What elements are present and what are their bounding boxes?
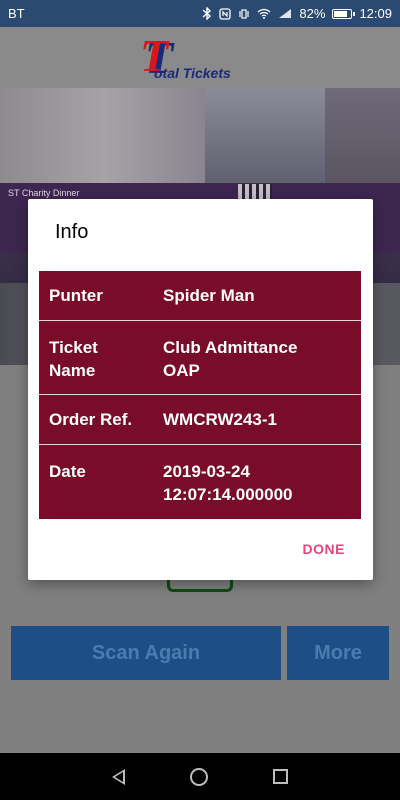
wifi-icon: [258, 8, 271, 19]
navigation-bar: [0, 753, 400, 800]
table-row: Date 2019-03-24 12:07:14.000000: [39, 445, 361, 519]
home-icon[interactable]: [189, 767, 208, 786]
back-icon[interactable]: [112, 768, 126, 785]
recent-apps-icon[interactable]: [272, 769, 288, 784]
row-label: Date: [49, 462, 86, 481]
clock: 12:09: [359, 6, 392, 21]
info-table: Punter Spider Man Ticket Name Club Admit…: [39, 271, 361, 519]
row-value: WMCRW243-1: [163, 409, 277, 429]
row-value: Spider Man: [163, 285, 255, 305]
app-header: T T otal Tickets: [0, 27, 400, 88]
table-row: Ticket Name Club Admittance OAP: [39, 321, 361, 395]
table-row: Order Ref. WMCRW243-1: [39, 395, 361, 445]
status-icons: 82% 12:09: [202, 6, 392, 21]
battery-percent: 82%: [299, 6, 326, 21]
done-button[interactable]: DONE: [303, 541, 345, 557]
row-value: 2019-03-24 12:07:14.000000: [163, 462, 293, 504]
battery-icon: [332, 8, 356, 19]
row-label: Ticket Name: [49, 338, 98, 380]
bluetooth-icon: [202, 7, 212, 20]
carrier-label: BT: [8, 6, 25, 21]
total-tickets-logo: T T otal Tickets: [140, 31, 260, 85]
more-button[interactable]: More: [287, 626, 389, 680]
banner-event-text: ST Charity Dinner: [8, 188, 80, 198]
row-value: Club Admittance OAP: [163, 338, 298, 380]
scan-again-button[interactable]: Scan Again: [11, 626, 281, 680]
row-label: Punter: [49, 285, 103, 305]
banner-photo-right: [205, 88, 325, 183]
info-dialog: Info Punter Spider Man Ticket Name Club …: [28, 199, 373, 580]
signal-icon: [279, 9, 292, 18]
nfc-icon: [219, 7, 232, 20]
vibrate-icon: [239, 8, 250, 19]
status-bar: BT 82% 12:09: [0, 0, 400, 27]
logo-word: otal Tickets: [154, 64, 231, 81]
row-label: Order Ref.: [49, 409, 133, 429]
dialog-title: Info: [55, 221, 89, 243]
table-row: Punter Spider Man: [39, 271, 361, 321]
